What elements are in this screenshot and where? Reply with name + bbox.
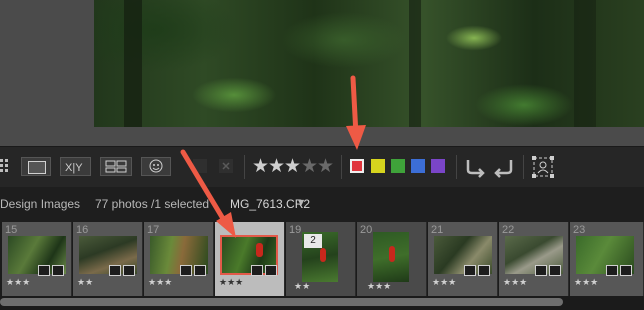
keyword-badge-icon	[464, 265, 476, 276]
star-4[interactable]: ★	[301, 156, 318, 176]
thumbnail-rating: ★★	[77, 278, 94, 288]
filmstrip-thumbnail[interactable]: 22 ★★★	[499, 222, 569, 296]
filmstrip-thumbnail[interactable]: 15 ★★★	[2, 222, 72, 296]
thumbnail-rating: ★★★	[148, 278, 173, 288]
flag-icon[interactable]	[193, 159, 207, 173]
grid-view-icon[interactable]	[0, 158, 10, 175]
thumbnail-rating: ★★★	[503, 278, 528, 288]
thumbnail-rating: ★★★	[574, 278, 599, 288]
filmstrip-scrollbar-thumb[interactable]	[0, 298, 563, 306]
keyword-badge-icon	[109, 265, 121, 276]
color-label-green[interactable]	[391, 159, 405, 173]
filmstrip-thumbnail[interactable]: 16 ★★	[73, 222, 143, 296]
main-photo-preview[interactable]	[94, 0, 644, 127]
svg-text:X|Y: X|Y	[65, 162, 83, 174]
thumbnail-index: 22	[502, 224, 515, 236]
color-label-purple[interactable]	[431, 159, 445, 173]
filename-dropdown-icon[interactable]: ▼	[298, 198, 304, 207]
rotate-right-icon[interactable]	[493, 156, 515, 178]
filmstrip-header: Design Images 77 photos /1 selected MG_7…	[0, 187, 644, 222]
collection-name[interactable]: Design Images	[0, 197, 80, 211]
develop-badge-icon	[549, 265, 561, 276]
filmstrip: 15 ★★★ 16 ★★ 17 ★★★ ★★★ 19 2 ★★ 20 ★★★ 2…	[0, 222, 644, 296]
color-label-yellow[interactable]	[371, 159, 385, 173]
thumbnail-rating: ★★	[294, 282, 311, 292]
filmstrip-thumbnail[interactable]: 17 ★★★	[144, 222, 214, 296]
keyword-badge-icon	[180, 265, 192, 276]
star-1[interactable]: ★	[252, 156, 269, 176]
filmstrip-thumbnail[interactable]: 19 2 ★★	[286, 222, 356, 296]
keyword-badge-icon	[535, 265, 547, 276]
thumbnail-rating: ★★★	[219, 278, 244, 288]
compare-view-icon[interactable]: X|Y	[60, 157, 91, 176]
develop-badge-icon	[478, 265, 490, 276]
survey-view-icon[interactable]	[100, 157, 132, 176]
star-3[interactable]: ★	[284, 156, 301, 176]
filmstrip-thumbnail[interactable]: 23 ★★★	[570, 222, 644, 296]
star-2[interactable]: ★	[268, 156, 285, 176]
thumbnail-index: 21	[431, 224, 444, 236]
filmstrip-thumbnail[interactable]: 20 ★★★	[357, 222, 427, 296]
thumbnail-index: 16	[76, 224, 89, 236]
filmstrip-thumbnail[interactable]: 21 ★★★	[428, 222, 498, 296]
star-5[interactable]: ★	[317, 156, 334, 176]
develop-badge-icon	[52, 265, 64, 276]
develop-badge-icon	[265, 265, 277, 276]
reject-flag-icon[interactable]	[219, 159, 233, 173]
toolbar: X|Y ★ ★ ★ ★ ★	[0, 146, 644, 188]
develop-badge-icon	[620, 265, 632, 276]
people-view-icon[interactable]	[141, 157, 171, 176]
filmstrip-thumbnail-selected[interactable]: ★★★	[215, 222, 285, 296]
thumbnail-index: 15	[5, 224, 18, 236]
keyword-badge-icon	[38, 265, 50, 276]
rotate-left-icon[interactable]	[464, 156, 486, 178]
thumbnail-rating: ★★★	[6, 278, 31, 288]
keyword-badge-icon	[606, 265, 618, 276]
loupe-view-icon[interactable]	[21, 157, 51, 176]
photo-area	[0, 0, 644, 146]
develop-badge-icon	[123, 265, 135, 276]
thumbnail-rating: ★★★	[432, 278, 457, 288]
thumbnail-rating: ★★★	[367, 282, 392, 292]
crop-overlay-icon[interactable]	[531, 154, 555, 180]
thumbnail-index: 20	[360, 224, 373, 236]
color-label-red[interactable]	[350, 159, 364, 173]
keyword-badge-icon	[251, 265, 263, 276]
thumbnail-index: 19	[289, 224, 302, 236]
photo-thumbnail	[373, 232, 409, 282]
develop-badge-icon	[194, 265, 206, 276]
color-label-blue[interactable]	[411, 159, 425, 173]
photo-count: 77 photos /1 selected	[95, 197, 210, 211]
stack-count-badge[interactable]: 2	[304, 234, 322, 248]
thumbnail-index: 17	[147, 224, 160, 236]
thumbnail-index: 23	[573, 224, 586, 236]
